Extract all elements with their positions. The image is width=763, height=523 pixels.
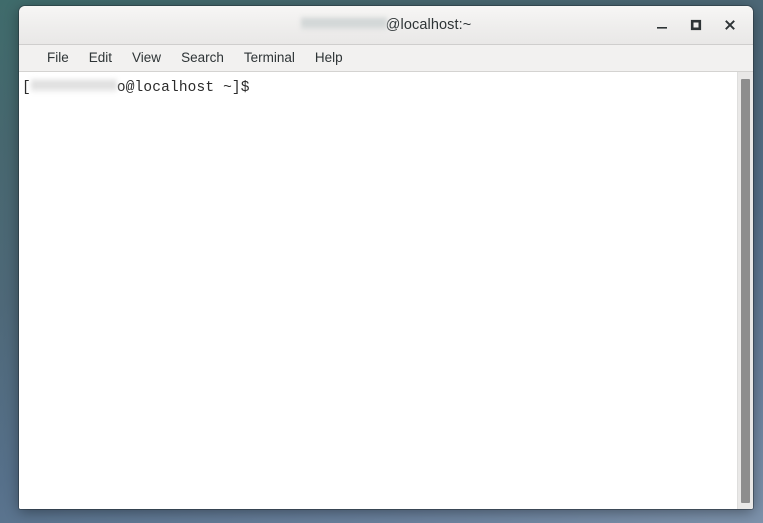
menubar: File Edit View Search Terminal Help <box>19 45 753 72</box>
terminal-prompt-line: [ o@localhost ~]$ <box>22 78 737 98</box>
window-title: @localhost:~ <box>19 6 753 44</box>
terminal-screen[interactable]: [ o@localhost ~]$ <box>19 72 737 509</box>
menu-item-terminal[interactable]: Terminal <box>234 48 305 69</box>
terminal-body: [ o@localhost ~]$ <box>19 72 753 509</box>
desktop-background: @localhost:~ File Edit View Search Termi… <box>0 0 763 523</box>
window-controls <box>647 6 745 44</box>
close-icon <box>724 19 736 31</box>
menu-item-search[interactable]: Search <box>171 48 234 69</box>
terminal-window: @localhost:~ File Edit View Search Termi… <box>19 6 753 509</box>
scrollbar-thumb[interactable] <box>741 79 750 503</box>
maximize-button[interactable] <box>681 11 711 39</box>
menu-item-view[interactable]: View <box>122 48 171 69</box>
prompt-redacted-username <box>30 78 117 93</box>
window-title-text: @localhost:~ <box>385 17 472 33</box>
maximize-icon <box>690 19 702 31</box>
window-titlebar[interactable]: @localhost:~ <box>19 6 753 45</box>
prompt-bracket-open: [ <box>22 80 31 96</box>
minimize-button[interactable] <box>647 11 677 39</box>
minimize-icon <box>656 19 668 31</box>
menu-item-edit[interactable]: Edit <box>79 48 122 69</box>
menu-item-help[interactable]: Help <box>305 48 353 69</box>
window-title-redacted-username <box>300 16 387 31</box>
menu-item-file[interactable]: File <box>37 48 79 69</box>
prompt-suffix: o@localhost ~]$ <box>116 80 259 96</box>
terminal-scrollbar[interactable] <box>737 72 753 509</box>
close-button[interactable] <box>715 11 745 39</box>
